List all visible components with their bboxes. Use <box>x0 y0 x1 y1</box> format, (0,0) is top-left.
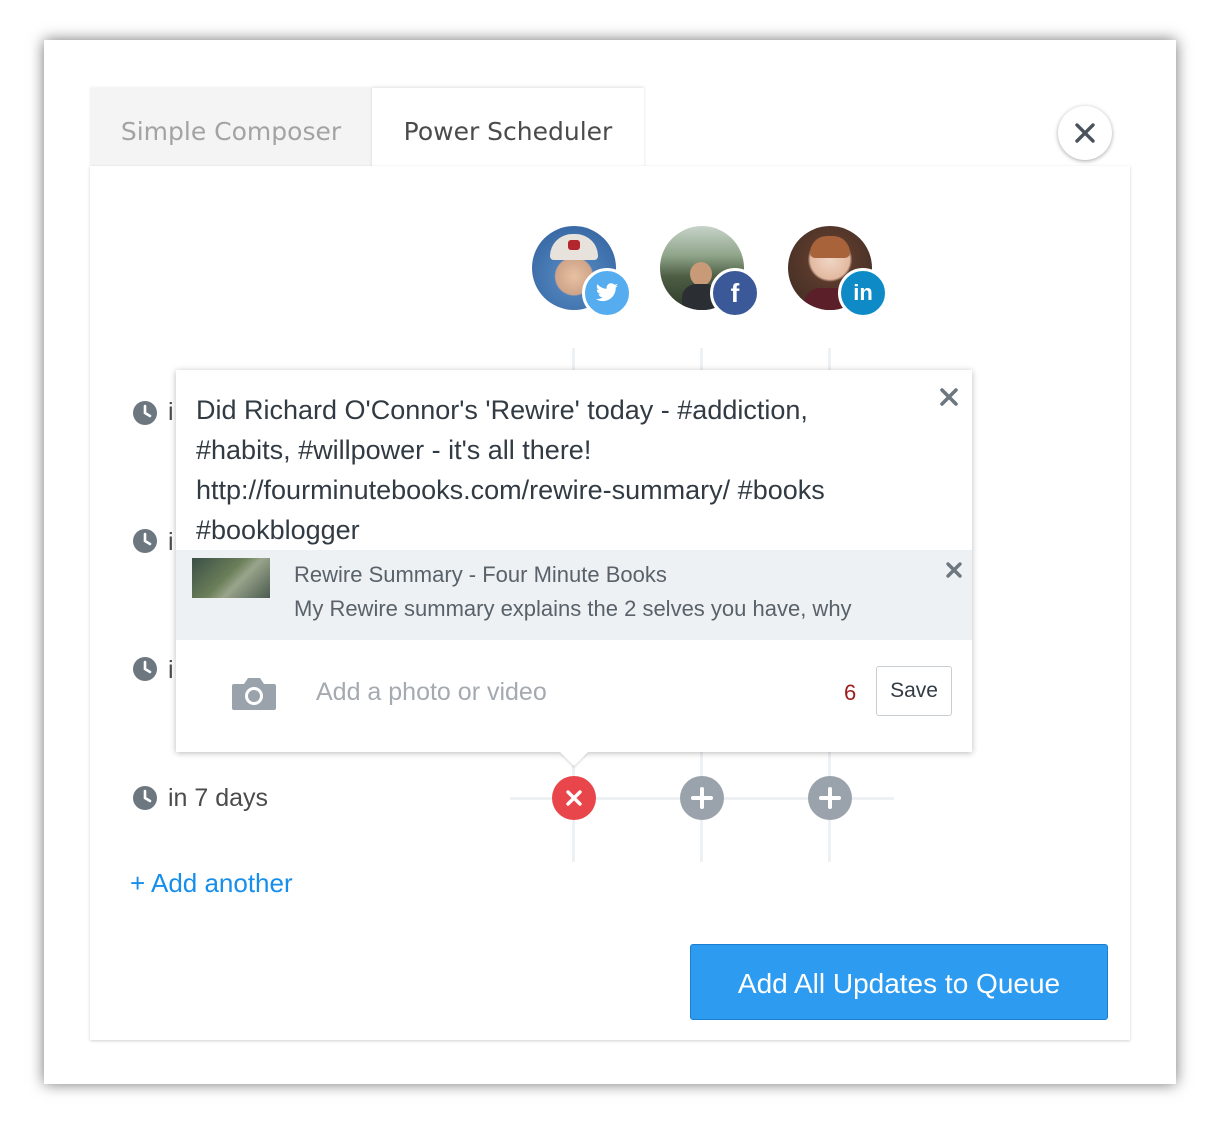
link-thumbnail <box>192 558 270 598</box>
close-icon <box>940 388 958 406</box>
add-update-button[interactable] <box>808 776 852 820</box>
close-icon <box>1075 123 1095 143</box>
composer-tabs: Simple Composer Power Scheduler <box>90 88 646 168</box>
plus-icon <box>691 787 713 809</box>
schedule-row-label[interactable]: i <box>168 398 174 427</box>
facebook-badge: f <box>710 268 760 318</box>
close-composer-button[interactable] <box>1058 106 1112 160</box>
camera-icon[interactable] <box>230 676 278 712</box>
plus-icon <box>819 787 841 809</box>
character-count: 6 <box>844 680 857 705</box>
close-icon <box>566 790 582 806</box>
remove-link-preview-button[interactable] <box>940 556 968 584</box>
remove-update-button[interactable] <box>552 776 596 820</box>
add-update-button[interactable] <box>680 776 724 820</box>
post-text-editor[interactable]: Did Richard O'Connor's 'Rewire' today - … <box>196 390 926 550</box>
face-shape <box>690 262 712 286</box>
tab-simple-composer[interactable]: Simple Composer <box>90 88 372 168</box>
twitter-icon <box>596 283 618 302</box>
link-preview: Rewire Summary - Four Minute Books My Re… <box>176 550 972 640</box>
schedule-row-label[interactable]: i <box>168 656 174 685</box>
clock-icon <box>133 657 157 681</box>
hair-shape <box>810 236 850 258</box>
clock-icon <box>133 401 157 425</box>
linkedin-icon: in <box>853 280 873 305</box>
add-another-link[interactable]: + Add another <box>130 868 293 899</box>
tab-power-scheduler[interactable]: Power Scheduler <box>372 88 644 168</box>
update-editor-popover: Did Richard O'Connor's 'Rewire' today - … <box>176 370 972 752</box>
popover-arrow <box>560 752 588 766</box>
link-preview-description: My Rewire summary explains the 2 selves … <box>294 596 852 621</box>
link-preview-title: Rewire Summary - Four Minute Books <box>294 562 667 587</box>
schedule-row-label[interactable]: in 7 days <box>168 784 268 813</box>
add-all-to-queue-button[interactable]: Add All Updates to Queue <box>690 944 1108 1020</box>
facebook-icon: f <box>730 277 740 308</box>
add-media-input[interactable]: Add a photo or video <box>316 678 547 707</box>
clock-icon <box>133 786 157 810</box>
linkedin-badge: in <box>838 268 888 318</box>
schedule-row-label[interactable]: i <box>168 528 174 557</box>
close-editor-button[interactable] <box>934 382 964 412</box>
twitter-badge <box>582 268 632 318</box>
close-icon <box>946 562 962 578</box>
clock-icon <box>133 529 157 553</box>
cap-logo <box>568 240 580 250</box>
save-update-button[interactable]: Save <box>876 666 952 716</box>
